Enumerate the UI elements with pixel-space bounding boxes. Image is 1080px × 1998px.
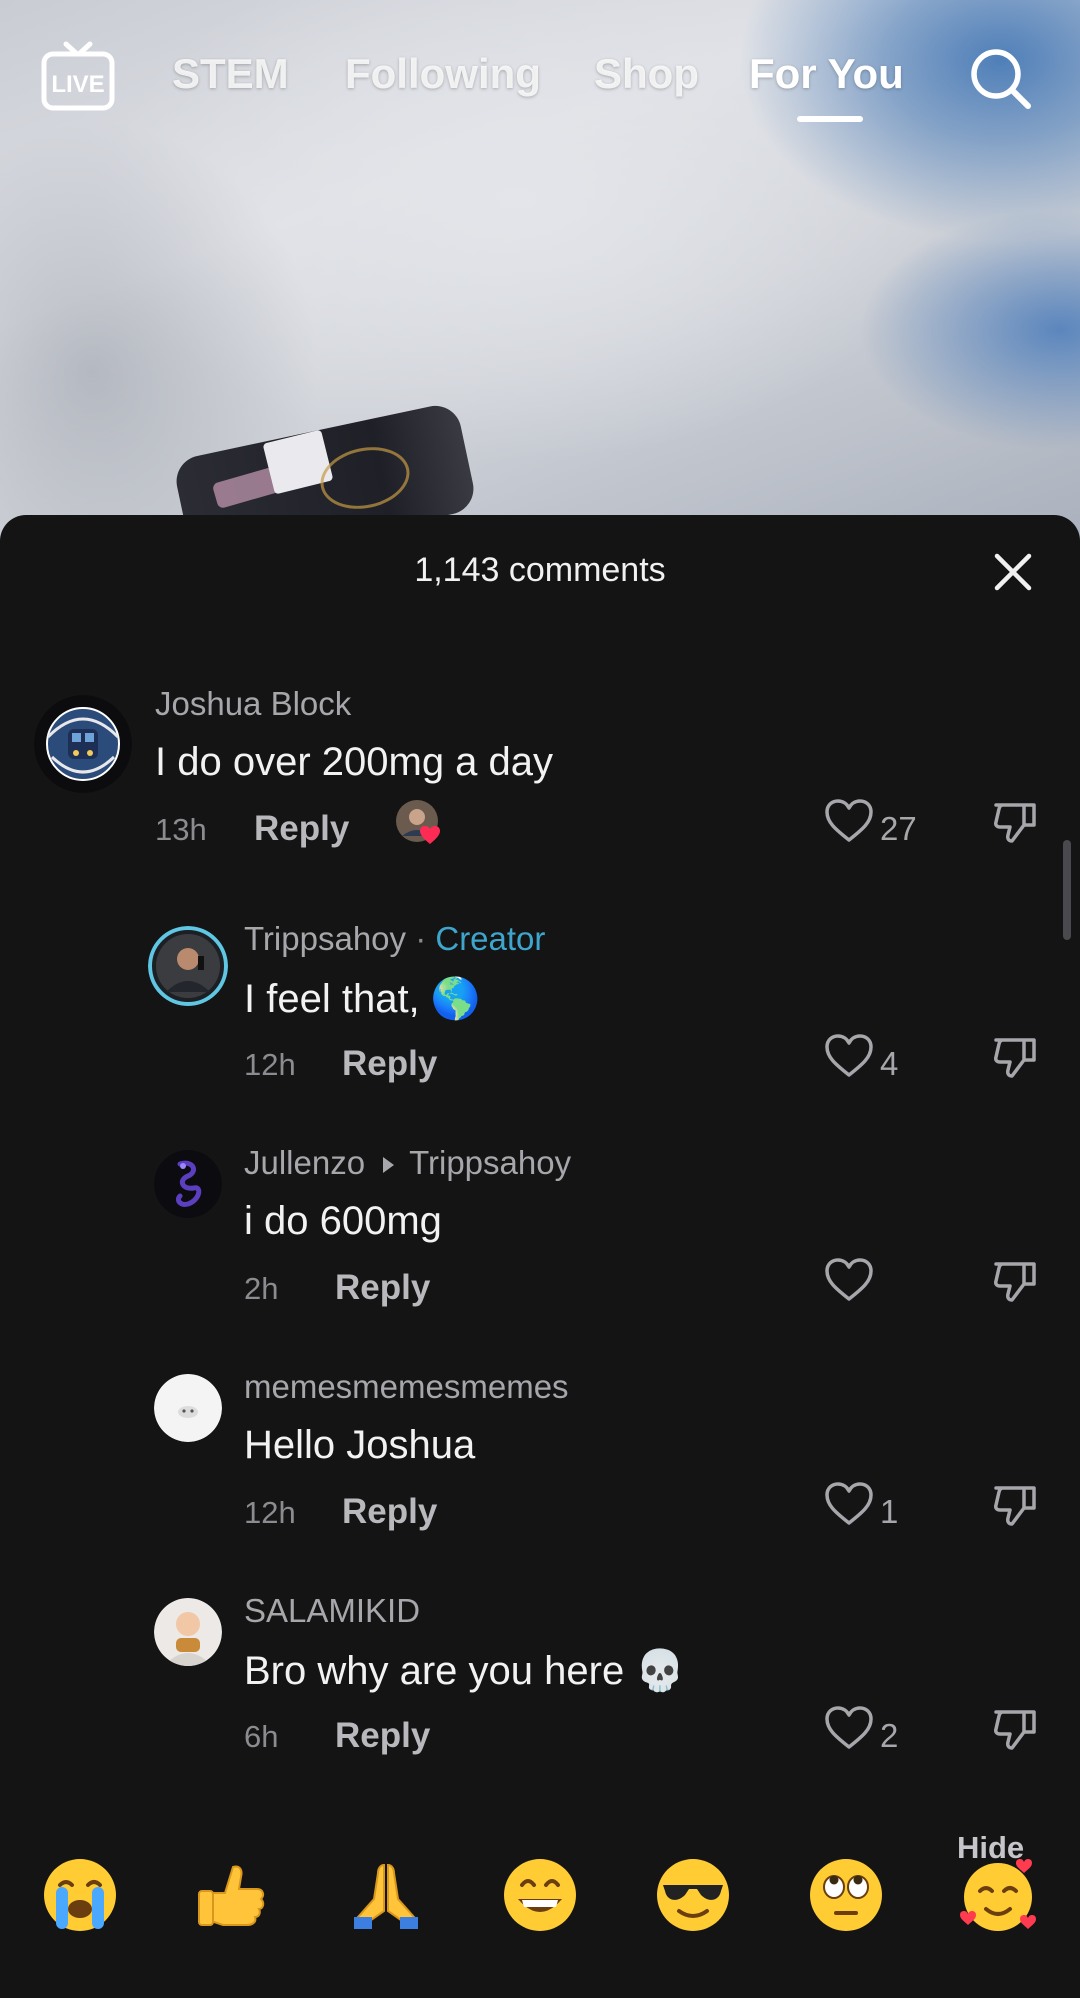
dislike-icon[interactable] (992, 799, 1038, 845)
tab-following[interactable]: Following (345, 50, 541, 98)
comment-item: memesmemesmemes Hello Joshua 12h Reply 1 (0, 1368, 1080, 1568)
avatar[interactable] (34, 695, 132, 793)
tab-shop[interactable]: Shop (594, 50, 699, 98)
reply-button[interactable]: Reply (342, 1044, 437, 1084)
dislike-icon[interactable] (992, 1258, 1038, 1304)
comment-text: i do 600mg (244, 1199, 442, 1243)
dislike-icon[interactable] (992, 1482, 1038, 1528)
live-tv-icon[interactable]: LIVE (40, 40, 116, 116)
comment-username[interactable]: Joshua Block (155, 685, 351, 723)
live-label: LIVE (51, 71, 104, 98)
like-count: 2 (880, 1717, 899, 1754)
comment-timestamp: 12h (244, 1047, 296, 1082)
comment-text: I feel that, 🌎 (244, 977, 481, 1021)
comment-item: Jullenzo Trippsahoy i do 600mg 2h Reply (0, 1144, 1080, 1344)
avatar[interactable] (154, 1150, 222, 1218)
top-navigation: LIVE STEM Following Shop For You (0, 40, 1080, 130)
comment-item: Trippsahoy · Creator I feel that, 🌎 12h … (0, 920, 1080, 1120)
comment-username[interactable]: SALAMIKID (244, 1592, 420, 1630)
comment-username[interactable]: memesmemesmemes (244, 1368, 569, 1406)
heart-icon[interactable] (824, 1257, 874, 1303)
comment-item: Joshua Block I do over 200mg a day 13h R… (0, 685, 1080, 885)
active-tab-indicator (797, 116, 863, 122)
like-count: 1 (880, 1493, 899, 1530)
screen: LIVE STEM Following Shop For You 1,143 c… (0, 0, 1080, 1998)
comment-username[interactable]: Trippsahoy · Creator (244, 920, 545, 958)
comment-timestamp: 13h (155, 812, 207, 847)
comment-timestamp: 6h (244, 1719, 279, 1754)
tab-stem[interactable]: STEM (172, 50, 289, 98)
comment-text: I do over 200mg a day (155, 740, 554, 784)
search-icon[interactable] (968, 46, 1034, 112)
caret-right-icon (383, 1157, 395, 1174)
smiling-face-with-hearts-emoji-icon[interactable] (958, 1855, 1038, 1935)
emoji-quick-bar (0, 1855, 1080, 1975)
creator-badge: Creator (435, 920, 546, 957)
badge-separator: · (406, 920, 436, 957)
grinning-emoji-icon[interactable] (500, 1855, 580, 1935)
comment-timestamp: 12h (244, 1495, 296, 1530)
reply-button[interactable]: Reply (342, 1492, 437, 1532)
folded-hands-emoji-icon[interactable] (346, 1855, 426, 1935)
comments-sheet: 1,143 comments Joshua Block I do over 20… (0, 515, 1080, 1998)
username-text[interactable]: Jullenzo (244, 1144, 365, 1181)
username-text[interactable]: Trippsahoy (244, 920, 406, 957)
avatar[interactable] (154, 1374, 222, 1442)
reply-button[interactable]: Reply (335, 1716, 430, 1756)
replying-to-user[interactable]: Trippsahoy (409, 1144, 571, 1181)
comment-item: SALAMIKID Bro why are you here 💀 6h Repl… (0, 1592, 1080, 1792)
comment-username[interactable]: Jullenzo Trippsahoy (244, 1144, 571, 1182)
like-count: 4 (880, 1045, 899, 1082)
heart-icon[interactable] (824, 1481, 874, 1527)
reply-button[interactable]: Reply (254, 809, 349, 849)
avatar[interactable] (154, 1598, 222, 1666)
comment-text: Hello Joshua (244, 1423, 476, 1467)
eye-roll-emoji-icon[interactable] (806, 1855, 886, 1935)
close-icon[interactable] (992, 551, 1034, 593)
tab-for-you[interactable]: For You (749, 50, 904, 98)
heart-icon[interactable] (824, 798, 874, 844)
avatar[interactable] (148, 926, 228, 1006)
thumbs-up-emoji-icon[interactable] (193, 1855, 273, 1935)
dislike-icon[interactable] (992, 1034, 1038, 1080)
creator-liked-icon (396, 800, 440, 844)
sunglasses-emoji-icon[interactable] (653, 1855, 733, 1935)
comments-count-title: 1,143 comments (414, 551, 666, 589)
dislike-icon[interactable] (992, 1706, 1038, 1752)
comment-timestamp: 2h (244, 1271, 279, 1306)
comment-text: Bro why are you here 💀 (244, 1649, 686, 1693)
heart-icon[interactable] (824, 1033, 874, 1079)
reply-button[interactable]: Reply (335, 1268, 430, 1308)
like-count: 27 (880, 810, 917, 847)
loudly-crying-emoji-icon[interactable] (40, 1855, 120, 1935)
heart-icon[interactable] (824, 1705, 874, 1751)
